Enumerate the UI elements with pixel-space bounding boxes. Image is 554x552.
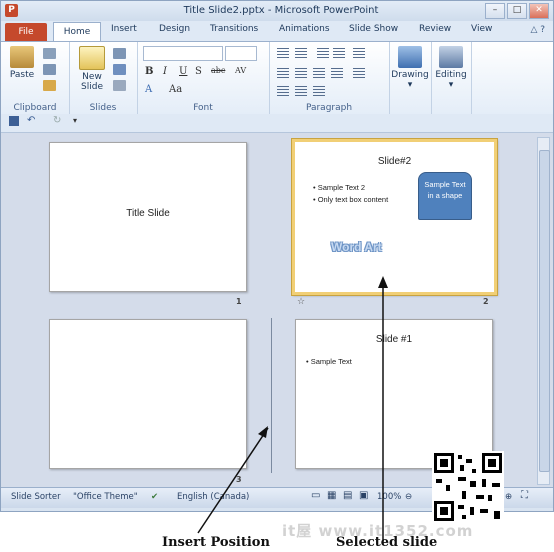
insert-arrow-head [258,426,268,438]
selected-arrow-head [378,276,388,288]
insert-arrow-line [197,427,269,534]
qr-code [432,451,504,523]
insert-position-label: Insert Position [162,535,270,550]
selected-slide-label: Selected slide [336,535,438,550]
